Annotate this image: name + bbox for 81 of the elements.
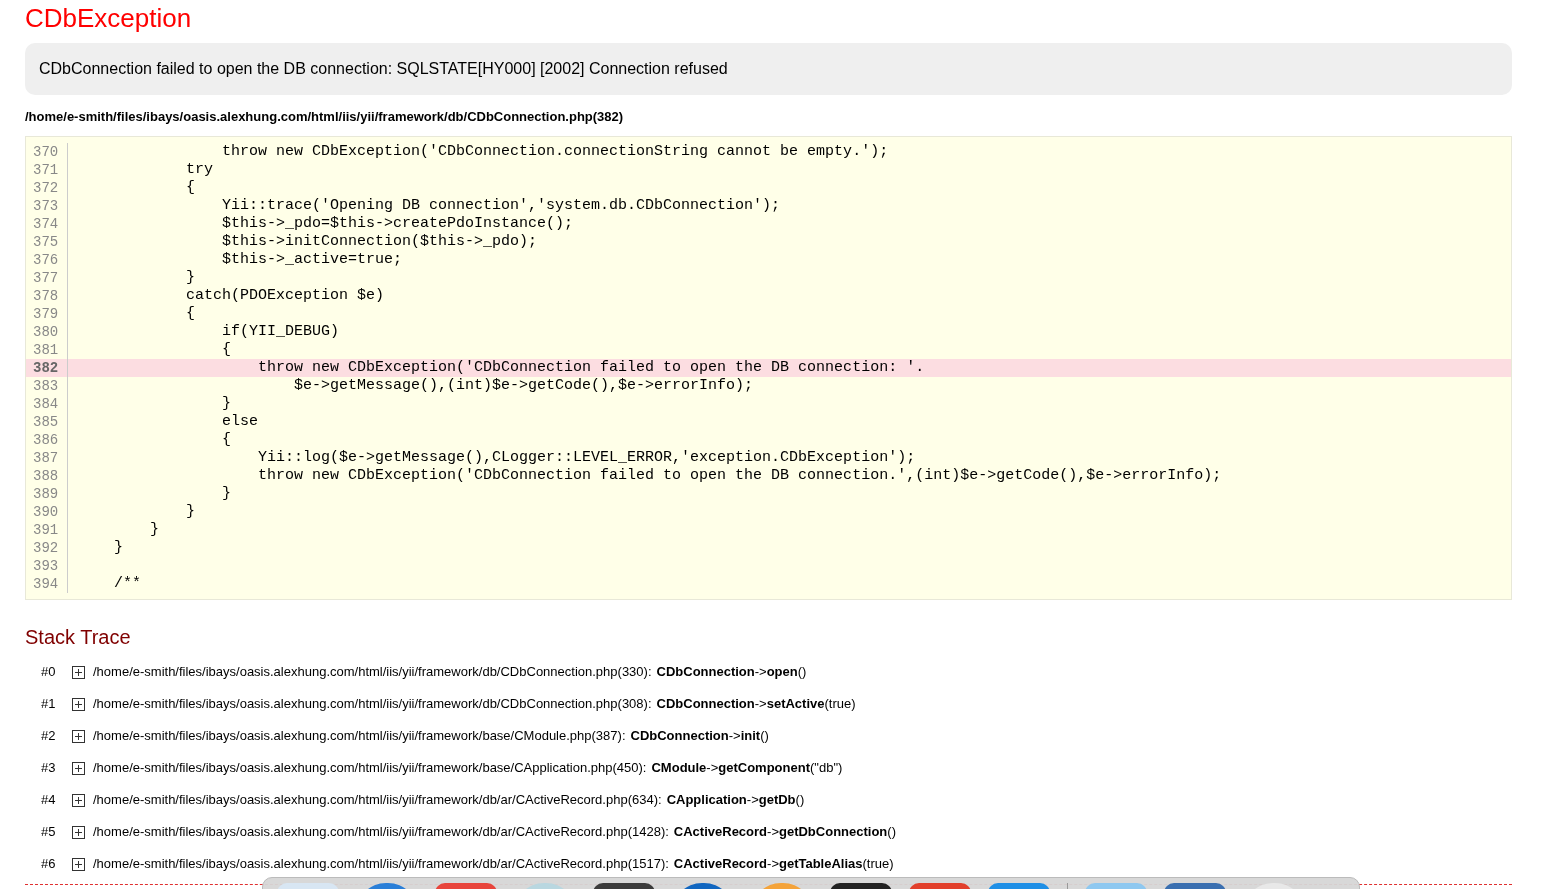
line-number: 387 <box>26 448 68 467</box>
code-line: } <box>185 268 196 287</box>
line-number: 375 <box>26 232 68 251</box>
line-number: 379 <box>26 304 68 323</box>
line-number: 392 <box>26 538 68 557</box>
frame-call: CActiveRecord->getDbConnection() <box>673 823 896 842</box>
frame-index: #5 <box>40 823 57 842</box>
expand-icon[interactable] <box>72 697 85 711</box>
expand-icon[interactable] <box>72 729 85 743</box>
frame-location: /home/e-smith/files/ibays/oasis.alexhung.com/html/iis/yii/framework/db/CDbConnection.php(308): <box>93 695 652 714</box>
line-number: 388 <box>26 466 68 485</box>
line-number: 383 <box>26 376 68 395</box>
code-line: { <box>221 340 232 359</box>
code-line: $this->_active=true; <box>221 250 403 269</box>
code-line: } <box>113 538 123 557</box>
expand-icon[interactable] <box>72 665 85 679</box>
frame-index: #3 <box>40 759 57 778</box>
line-number: 381 <box>26 340 68 359</box>
line-number: 385 <box>26 412 68 431</box>
stack-trace-title: Stack Trace <box>25 624 131 650</box>
line-number: 371 <box>26 160 68 179</box>
code-line: Yii::trace('Opening DB connection','system.db.CDbConnection'); <box>221 196 781 215</box>
code-line: $this->initConnection($this->_pdo); <box>221 232 538 251</box>
line-number: 372 <box>26 178 68 197</box>
expand-icon[interactable] <box>72 857 85 871</box>
code-line: } <box>221 394 232 413</box>
expand-icon[interactable] <box>72 793 85 807</box>
frame-location: /home/e-smith/files/ibays/oasis.alexhung.com/html/iis/yii/framework/db/ar/CActiveRecord.php(1517): <box>93 855 669 874</box>
code-line: $this->_pdo=$this->createPdoInstance(); <box>221 214 574 233</box>
line-number: 380 <box>26 322 68 341</box>
code-line: } <box>185 502 196 521</box>
code-line: $e->getMessage(),(int)$e->getCode(),$e->errorInfo); <box>293 376 754 395</box>
code-line: } <box>221 484 232 503</box>
expand-icon[interactable] <box>72 761 85 775</box>
expand-icon[interactable] <box>72 825 85 839</box>
frame-call: CDbConnection->open() <box>656 663 807 682</box>
frame-location: /home/e-smith/files/ibays/oasis.alexhung.com/html/iis/yii/framework/db/CDbConnection.php(330): <box>93 663 652 682</box>
code-line: { <box>185 304 196 323</box>
line-number: 378 <box>26 286 68 305</box>
line-number: 394 <box>26 574 68 593</box>
code-line: Yii::log($e->getMessage(),CLogger::LEVEL_ERROR,'exception.CDbException'); <box>257 448 916 467</box>
line-number: 390 <box>26 502 68 521</box>
frame-call: CModule->getComponent("db") <box>651 759 843 778</box>
frame-location: /home/e-smith/files/ibays/oasis.alexhung.com/html/iis/yii/framework/db/ar/CActiveRecord.php(634): <box>93 791 662 810</box>
line-number: 384 <box>26 394 68 413</box>
frame-call: CDbConnection->init() <box>630 727 769 746</box>
code-line: { <box>221 430 232 449</box>
error-title: CDbException <box>25 2 192 35</box>
code-line: { <box>185 178 196 197</box>
code-line: try <box>185 160 214 179</box>
code-line: else <box>221 412 259 431</box>
frame-index: #2 <box>40 727 57 746</box>
code-line: if(YII_DEBUG) <box>221 322 340 341</box>
code-line: catch(PDOException $e) <box>185 286 385 305</box>
line-number: 393 <box>26 556 68 575</box>
code-line: throw new CDbException('CDbConnection failed to open the DB connection.',(int)$e->getCode(),$e->errorInfo); <box>257 466 1222 485</box>
line-number: 391 <box>26 520 68 539</box>
frame-location: /home/e-smith/files/ibays/oasis.alexhung.com/html/iis/yii/framework/base/CApplication.php(450): <box>93 759 647 778</box>
frame-index: #0 <box>40 663 57 682</box>
code-line: } <box>149 520 159 539</box>
code-line: /** <box>113 574 141 593</box>
frame-index: #1 <box>40 695 57 714</box>
line-number: 386 <box>26 430 68 449</box>
line-number: 373 <box>26 196 68 215</box>
code-line: throw new CDbException('CDbConnection.connectionString cannot be empty.'); <box>221 142 889 161</box>
source-file-path: /home/e-smith/files/ibays/oasis.alexhung.com/html/iis/yii/framework/db/CDbConnection.php(382) <box>25 108 624 126</box>
line-number: 374 <box>26 214 68 233</box>
frame-location: /home/e-smith/files/ibays/oasis.alexhung.com/html/iis/yii/framework/base/CModule.php(387): <box>93 727 626 746</box>
line-number: 382 <box>26 358 68 377</box>
frame-index: #4 <box>40 791 57 810</box>
frame-location: /home/e-smith/files/ibays/oasis.alexhung.com/html/iis/yii/framework/db/ar/CActiveRecord.php(1428): <box>93 823 669 842</box>
frame-index: #6 <box>40 855 57 874</box>
frame-call: CDbConnection->setActive(true) <box>656 695 856 714</box>
line-number: 376 <box>26 250 68 269</box>
line-number: 389 <box>26 484 68 503</box>
line-number: 377 <box>26 268 68 287</box>
line-number: 370 <box>26 142 68 161</box>
frame-call: CApplication->getDb() <box>666 791 805 810</box>
frame-call: CActiveRecord->getTableAlias(true) <box>673 855 894 874</box>
error-message: CDbConnection failed to open the DB connection: SQLSTATE[HY000] [2002] Connection refused <box>39 59 728 79</box>
code-line: throw new CDbException('CDbConnection failed to open the DB connection: '. <box>257 358 925 377</box>
